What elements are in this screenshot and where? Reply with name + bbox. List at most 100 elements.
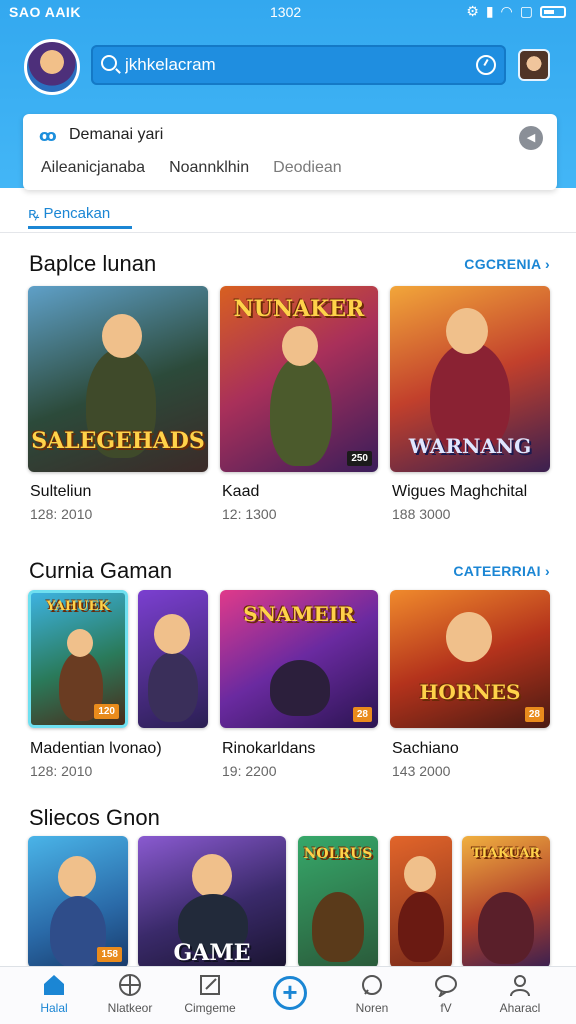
section-title: Baplce lunan [29, 251, 157, 276]
game-tile[interactable]: YAHUEK 120 [28, 590, 128, 728]
game-meta: 143 2000 [392, 763, 451, 779]
character-art [446, 612, 492, 662]
nav-label: Cimgeme [184, 1001, 236, 1015]
game-tile[interactable] [390, 836, 452, 968]
tile-art-title: GAME [173, 940, 251, 966]
game-meta: 188 3000 [392, 506, 451, 522]
clock: 1302 [270, 4, 302, 20]
subtab-recommend[interactable]: ꝶ Pencakan [28, 197, 132, 229]
game-tile[interactable]: 158 [28, 836, 128, 968]
character-art [154, 614, 190, 654]
nav-label: Noren [355, 1001, 389, 1015]
game-tile[interactable]: SNAMEIR 28 [220, 590, 378, 728]
game-tile[interactable]: GAME [138, 836, 286, 968]
filter-tabs: Aileanicjanaba Noannklhin Deodiean [41, 159, 342, 177]
globe-icon [119, 974, 141, 996]
nav-item-profile[interactable]: Aharacl [480, 973, 560, 1015]
character-art [192, 854, 232, 898]
game-title[interactable]: Rinokarldans [222, 740, 315, 758]
nav-item-home[interactable]: Halal [14, 973, 94, 1015]
tile-badge: 250 [347, 451, 372, 466]
battery-icon [540, 5, 566, 18]
section-more-link[interactable]: CGCRENIA › [464, 256, 550, 272]
history-icon[interactable] [476, 55, 496, 75]
alarm-icon: ⚙ [466, 3, 479, 19]
game-meta: 128: 2010 [30, 506, 93, 522]
game-title[interactable]: Kaad [222, 483, 259, 501]
character-art [282, 326, 318, 366]
carrier-label: SAO AAIK [9, 4, 81, 20]
game-tile[interactable]: NOLRUS [298, 836, 378, 968]
notification-icon [362, 975, 382, 995]
tile-badge: 28 [524, 707, 544, 722]
game-meta: 128: 2010 [30, 763, 93, 779]
game-meta: 12: 1300 [222, 506, 277, 522]
filter-icon: ꝶ [28, 205, 40, 222]
tile-art-title: NOLRUS [303, 846, 373, 862]
game-title[interactable]: Wigues Maghchital [392, 483, 527, 501]
infinity-icon: ꝏ [39, 128, 57, 145]
close-icon[interactable]: ◀ [519, 126, 543, 150]
signal-icon: ▮ [485, 3, 494, 19]
user-avatar[interactable] [24, 39, 80, 95]
nav-label: Nlatkeor [107, 1001, 153, 1015]
nav-item-chat[interactable]: fV [406, 973, 486, 1015]
game-title[interactable]: Madentian lvonao) [30, 740, 162, 758]
character-art [270, 660, 330, 716]
character-art [398, 892, 444, 962]
home-icon [44, 975, 64, 995]
add-button[interactable]: + [273, 976, 307, 1010]
profile-icon [510, 975, 530, 997]
nav-item-notifications[interactable]: Noren [332, 973, 412, 1015]
wifi-icon: ◠ [500, 3, 513, 19]
subtab-underline [28, 226, 132, 229]
game-tile[interactable]: WARNANG [390, 286, 550, 472]
filter-tab[interactable]: Deodiean [273, 159, 342, 177]
character-art [102, 314, 142, 358]
chat-icon [435, 975, 457, 997]
filter-tab[interactable]: Aileanicjanaba [41, 159, 145, 177]
tile-art-title: SALEGEHADS [31, 428, 205, 454]
status-icons: ⚙ ▮ ◠ ▢ [466, 3, 566, 20]
game-tile[interactable]: NUNAKER 250 [220, 286, 378, 472]
character-art [67, 629, 93, 657]
edit-icon [200, 975, 220, 995]
game-title[interactable]: Sulteliun [30, 483, 91, 501]
nav-item-create[interactable]: Cimgeme [170, 973, 250, 1015]
character-art [312, 892, 364, 962]
tile-badge: 158 [97, 947, 122, 962]
character-art [148, 652, 198, 722]
game-tile[interactable]: HORNES 28 [390, 590, 550, 728]
search-input[interactable] [125, 53, 455, 77]
section-more-label: CGCRENIA [464, 256, 541, 272]
tile-badge: 120 [94, 704, 119, 719]
search-icon [101, 55, 117, 71]
divider [0, 232, 576, 233]
section-title: Curnia Gaman [29, 558, 173, 583]
filter-tab[interactable]: Noannklhin [169, 159, 249, 177]
game-meta: 19: 2200 [222, 763, 277, 779]
game-tile[interactable] [138, 590, 208, 728]
tile-badge: 28 [352, 707, 372, 722]
character-art [446, 308, 488, 354]
search-bar[interactable] [91, 45, 506, 85]
character-art [270, 356, 332, 466]
tile-art-title: HORNES [419, 680, 521, 704]
section-more-link[interactable]: CATEERRIAI › [453, 563, 550, 579]
nav-label: Halal [40, 1001, 68, 1015]
filter-card: ꝏ Demanai yari ◀ Aileanicjanaba Noannklh… [23, 114, 557, 190]
tile-art-title: TIAKUAR [471, 846, 541, 861]
profile-thumbnail[interactable] [518, 49, 550, 81]
game-title[interactable]: Sachiano [392, 740, 459, 758]
game-tile[interactable]: TIAKUAR [462, 836, 550, 968]
character-art [478, 892, 534, 964]
game-tile[interactable]: SALEGEHADS [28, 286, 208, 472]
subtab-label: Pencakan [43, 205, 111, 222]
vpn-icon: ▢ [519, 3, 533, 19]
section-title: Sliecos Gnon [29, 805, 160, 830]
filter-card-title: Demanai yari [69, 126, 164, 143]
tile-art-title: YAHUEK [46, 599, 110, 614]
nav-item-discover[interactable]: Nlatkeor [90, 973, 170, 1015]
tile-art-title: WARNANG [408, 434, 532, 458]
tile-art-title: SNAMEIR [243, 602, 355, 626]
